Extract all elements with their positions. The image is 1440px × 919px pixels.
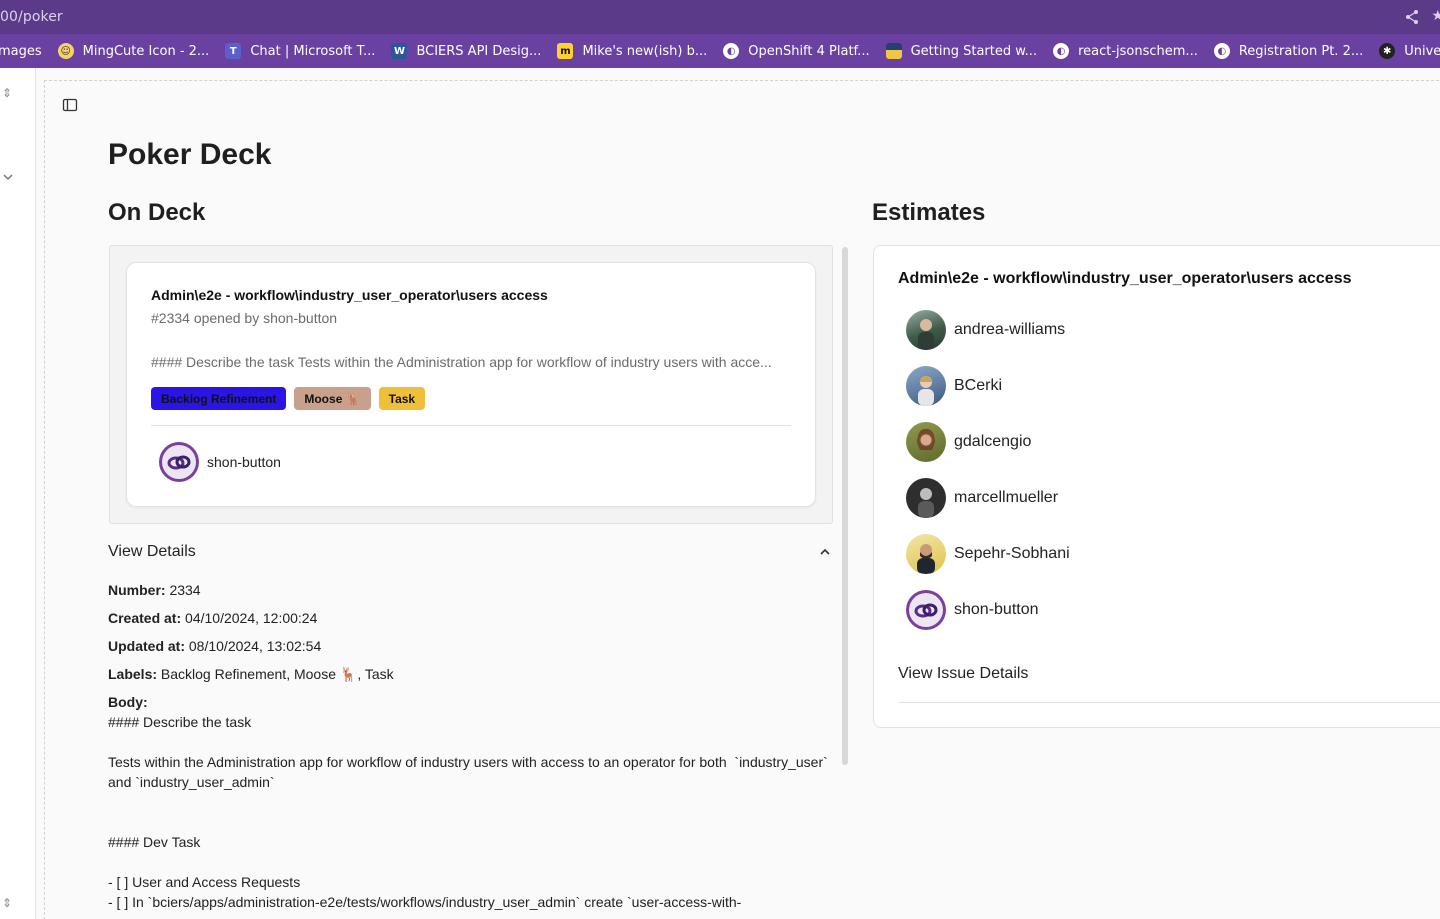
voter-name: andrea-williams [954, 321, 1066, 338]
asterisk-icon: ✱ [1379, 43, 1396, 59]
bookmark-item[interactable]: ✱ Universal Json Sc... [1379, 43, 1440, 59]
chevron-down-icon[interactable] [2, 171, 14, 183]
divider [151, 425, 791, 426]
globe-icon: ◐ [723, 43, 740, 59]
globe-icon: ◐ [1213, 43, 1230, 59]
label-badge: Moose 🦌 [294, 387, 371, 410]
avatar [906, 534, 946, 574]
bc-flag-icon [885, 43, 902, 59]
avatar [906, 310, 946, 350]
divider [898, 702, 1440, 703]
detail-updated: Updated at: 08/10/2024, 13:02:54 [108, 638, 322, 654]
author-name: shon-button [207, 454, 281, 470]
bookmark-label: react-jsonschem... [1078, 43, 1198, 59]
bookmark-label: Registration Pt. 2... [1238, 43, 1364, 59]
on-deck-heading: On Deck [108, 199, 206, 226]
view-issue-details-button[interactable]: View Issue Details [898, 665, 1028, 683]
expand-collapse-icon[interactable]: ⇕ [2, 86, 12, 100]
sidebar-toggle-icon[interactable] [62, 97, 78, 113]
label-badge: Backlog Refinement [151, 387, 287, 410]
scrollbar[interactable] [842, 247, 848, 765]
detail-labels: Labels: Backlog Refinement, Moose 🦌, Tas… [108, 666, 394, 682]
voter-name: shon-button [954, 601, 1039, 618]
issue-card[interactable]: Admin\e2e - workflow\industry_user_opera… [126, 262, 816, 507]
issue-meta: #2334 opened by shon-button [151, 310, 338, 326]
body-line: Tests within the Administration app for … [108, 754, 832, 790]
bookmark-label: mages [0, 43, 42, 59]
voter-row: Sepehr-Sobhani [898, 534, 1070, 574]
voter-row: shon-button [898, 590, 1039, 630]
bookmark-item[interactable]: ☺ MingCute Icon - 2... [57, 43, 210, 59]
bookmark-label: MingCute Icon - 2... [82, 43, 210, 59]
body-line: #### Dev Task [108, 834, 201, 850]
voter-name: Sepehr-Sobhani [954, 545, 1070, 562]
issue-author: shon-button [151, 442, 281, 482]
expand-collapse-icon[interactable]: ⇕ [2, 896, 12, 910]
body-line: #### Describe the task [108, 714, 252, 730]
voter-name: BCerki [954, 377, 1003, 394]
app-sidebar: ⇕ ⇕ [0, 68, 36, 919]
url-text[interactable]: 00/poker [0, 9, 63, 25]
detail-created: Created at: 04/10/2024, 12:00:24 [108, 610, 318, 626]
bookmark-label: Chat | Microsoft T... [250, 43, 376, 59]
teams-icon: T [225, 43, 242, 59]
bookmark-label: BCIERS API Desig... [416, 43, 542, 59]
page-title: Poker Deck [108, 138, 272, 171]
bookmark-item[interactable]: W BCIERS API Desig... [391, 43, 541, 59]
miro-icon: m [557, 43, 574, 59]
bookmark-item[interactable]: T Chat | Microsoft T... [225, 43, 375, 59]
bookmark-item[interactable]: m Mike's new(ish) b... [557, 43, 707, 59]
voter-row: marcellmueller [898, 478, 1058, 518]
bookmark-item[interactable]: Getting Started w... [885, 43, 1038, 59]
view-details-toggle[interactable]: View Details [108, 543, 196, 561]
bookmark-label: Getting Started w... [910, 43, 1038, 59]
voter-row: BCerki [898, 366, 1002, 406]
body-line: - [ ] In `bciers/apps/administration-e2e… [108, 894, 742, 910]
word-icon: W [391, 43, 408, 59]
estimates-card: Admin\e2e - workflow\industry_user_opera… [873, 245, 1440, 728]
bookmarks-bar: mages ☺ MingCute Icon - 2... T Chat | Mi… [0, 34, 1440, 68]
browser-url-bar[interactable]: 00/poker ★ [0, 0, 1440, 34]
voter-name: gdalcengio [954, 433, 1032, 450]
issue-labels: Backlog Refinement Moose 🦌 Task [151, 387, 426, 410]
voter-row: gdalcengio [898, 422, 1031, 462]
bookmark-label: Mike's new(ish) b... [582, 43, 708, 59]
avatar [906, 478, 946, 518]
detail-body-label: Body: [108, 694, 148, 710]
avatar [906, 422, 946, 462]
estimates-heading: Estimates [872, 199, 986, 226]
avatar [159, 442, 199, 482]
bookmark-label: Universal Json Sc... [1404, 43, 1440, 59]
avatar [906, 366, 946, 406]
bookmark-item[interactable]: ◐ Registration Pt. 2... [1213, 43, 1364, 59]
bookmark-item[interactable]: ◐ react-jsonschem... [1053, 43, 1198, 59]
estimates-issue-title: Admin\e2e - workflow\industry_user_opera… [898, 270, 1352, 287]
bookmark-item[interactable]: ◐ OpenShift 4 Platf... [723, 43, 870, 59]
issue-title: Admin\e2e - workflow\industry_user_opera… [151, 287, 548, 303]
smiley-icon: ☺ [57, 43, 74, 59]
label-badge: Task [378, 387, 426, 410]
detail-number: Number: 2334 [108, 582, 201, 598]
issue-excerpt: #### Describe the task Tests within the … [151, 354, 772, 370]
bookmark-item[interactable]: mages [0, 44, 42, 59]
voter-row: andrea-williams [898, 310, 1065, 350]
chevron-up-icon[interactable] [818, 545, 832, 559]
voter-name: marcellmueller [954, 489, 1059, 506]
globe-icon: ◐ [1053, 43, 1070, 59]
bookmark-label: OpenShift 4 Platf... [748, 43, 870, 59]
bookmark-star-icon[interactable]: ★ [1431, 8, 1440, 24]
body-line: - [ ] User and Access Requests [108, 874, 301, 890]
avatar [906, 590, 946, 630]
share-icon[interactable] [1404, 9, 1420, 25]
